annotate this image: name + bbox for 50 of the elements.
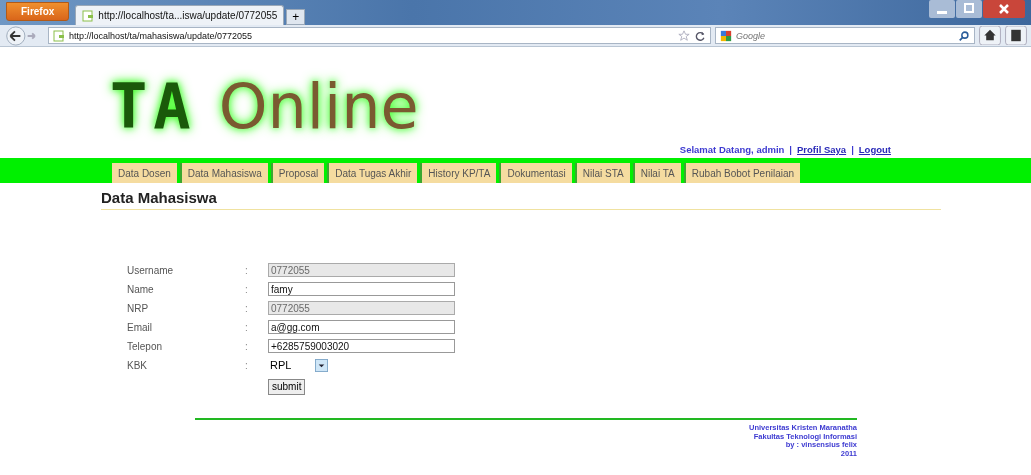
colon-text: :	[245, 340, 249, 352]
close-icon[interactable]	[983, 0, 1025, 18]
search-engine-icon	[720, 29, 732, 42]
input-field[interactable]: famy	[268, 282, 455, 296]
tab-title: http://localhost/ta...iswa/update/0772055	[98, 10, 278, 21]
page-icon	[82, 9, 95, 22]
nav-tab[interactable]: Data Tugas Akhir	[327, 163, 418, 183]
field-label: NRP	[127, 302, 150, 314]
nav-tab[interactable]: Proposal	[270, 163, 325, 183]
nav-tab[interactable]: Data Dosen	[112, 163, 177, 183]
url-text: http://localhost/ta/mahasiswa/update/0772055	[69, 30, 253, 41]
colon-text: :	[245, 321, 249, 333]
field-label: Telepon	[127, 340, 164, 352]
address-bar[interactable]: http://localhost/ta/mahasiswa/update/0772055	[48, 27, 711, 44]
page-icon	[53, 29, 65, 42]
caret-icon	[315, 358, 328, 372]
input-field[interactable]: +6285759003020	[268, 339, 455, 353]
nav-tab[interactable]: Nilai TA	[632, 163, 681, 183]
nav-tab[interactable]: Rubah Bobot Penilaian	[683, 163, 801, 183]
search-icon[interactable]	[958, 29, 970, 42]
field-label: KBK	[127, 359, 148, 371]
search-input[interactable]: Google	[736, 30, 954, 41]
nav-tab[interactable]: Nilai STA	[574, 163, 630, 183]
page-title: Data Mahasiswa	[101, 189, 941, 210]
site-logo: TA Online	[110, 75, 419, 138]
profile-link[interactable]: Profil Saya	[797, 144, 847, 155]
nav-tab[interactable]: Data Mahasiswa	[179, 163, 268, 183]
colon-text: :	[245, 283, 249, 295]
nav-tab[interactable]: Dokumentasi	[499, 163, 572, 183]
greeting-text: Selamat Datang, admin	[679, 144, 785, 155]
new-tab-button[interactable]: +	[286, 9, 306, 25]
separator-text: |	[851, 144, 854, 155]
field-label: Email	[127, 321, 153, 333]
browser-tab[interactable]: http://localhost/ta...iswa/update/0772055	[75, 5, 285, 25]
colon-text: :	[245, 264, 249, 276]
search-field[interactable]: Google	[715, 27, 975, 44]
input-field[interactable]: a@gg.com	[268, 320, 455, 334]
field-label: Name	[127, 283, 155, 295]
nav-tab[interactable]: History KP/TA	[420, 163, 497, 183]
field-label: Username	[127, 264, 175, 276]
home-icon[interactable]	[979, 26, 1001, 45]
separator-text: |	[789, 144, 793, 155]
bookmarks-icon[interactable]	[1005, 26, 1027, 45]
submit-button[interactable]: submit	[268, 378, 306, 395]
logout-link[interactable]: Logout	[858, 144, 891, 155]
reload-icon[interactable]	[694, 29, 706, 42]
dropdown[interactable]: RPL	[268, 357, 328, 373]
star-icon[interactable]	[678, 29, 690, 42]
colon-text: :	[245, 359, 249, 371]
colon-text: :	[245, 302, 249, 314]
